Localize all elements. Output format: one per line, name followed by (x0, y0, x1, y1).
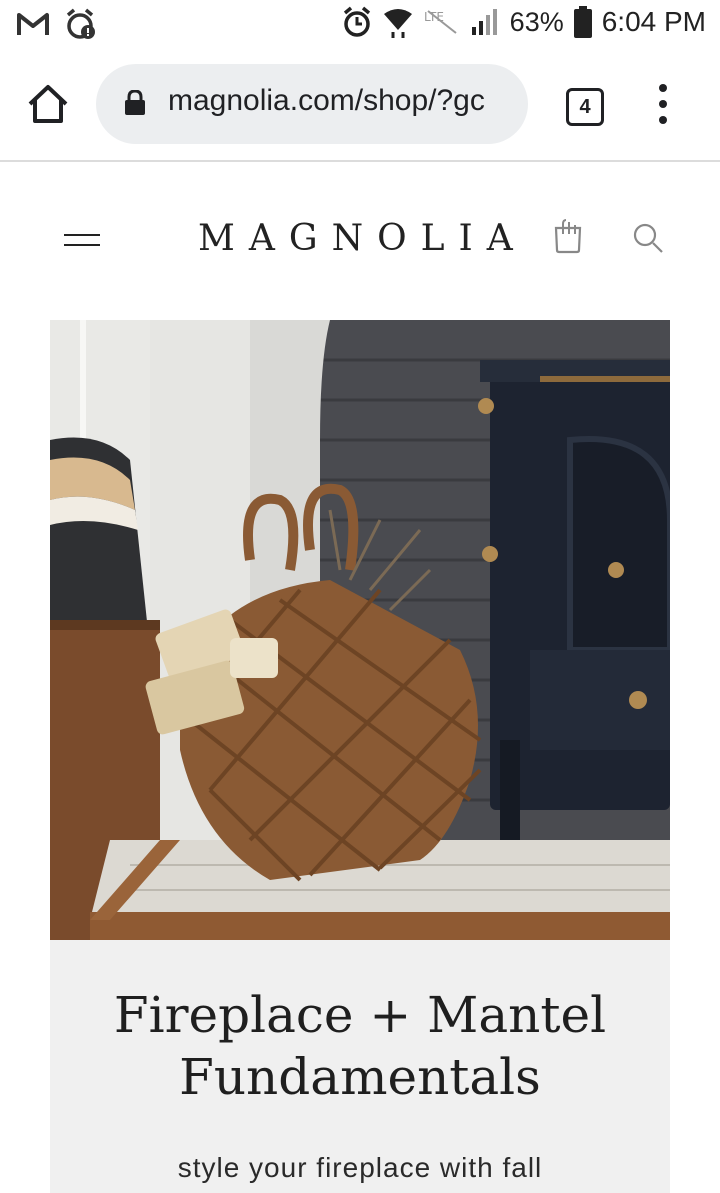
clock: 6:04 PM (601, 6, 706, 37)
browser-toolbar: magnolia.com/shop/?gc 4 (0, 54, 720, 162)
battery-icon (573, 6, 592, 38)
home-icon[interactable] (26, 82, 70, 126)
collection-title-line-1: Fireplace + Mantel (113, 986, 607, 1044)
status-bar: LTE 63% 6:04 PM (0, 0, 720, 50)
wifi-icon (383, 9, 412, 38)
status-bar-right: LTE 63% 6:04 PM (342, 6, 706, 38)
collection-title-line-2: Fundamentals (179, 1048, 541, 1106)
site-logo[interactable]: MAGNOLIA (198, 218, 527, 259)
alarm-icon (66, 8, 95, 39)
signal-icon (471, 9, 497, 35)
cart-icon[interactable] (552, 218, 586, 254)
search-icon[interactable] (632, 222, 664, 254)
more-vert-icon[interactable] (652, 84, 674, 124)
collection-title: Fireplace + Mantel Fundamentals (50, 984, 670, 1108)
battery-percent: 63% (509, 6, 564, 37)
tab-switcher-button[interactable]: 4 (566, 88, 604, 126)
url-text: magnolia.com/shop/?gc (168, 84, 485, 117)
alarm-icon (343, 6, 370, 37)
lock-icon (125, 90, 145, 115)
gmail-icon (17, 13, 49, 35)
status-bar-left (16, 8, 98, 40)
hero-image[interactable] (50, 320, 670, 940)
lte-icon: LTE (424, 10, 457, 34)
site-header: MAGNOLIA (0, 162, 720, 312)
hamburger-menu-icon[interactable] (64, 232, 100, 248)
collection-card[interactable]: Fireplace + Mantel Fundamentals style yo… (50, 940, 670, 1193)
address-bar[interactable]: magnolia.com/shop/?gc (96, 64, 528, 144)
hero-illustration (50, 320, 670, 940)
collection-subtitle: style your fireplace with fall (177, 1152, 543, 1183)
